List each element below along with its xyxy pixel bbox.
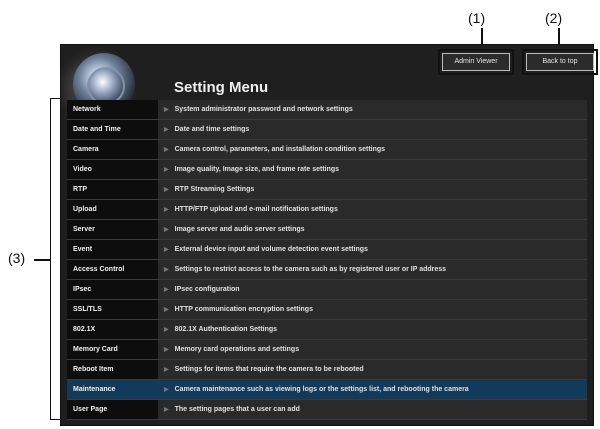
menu-item-label[interactable]: Date and Time	[67, 120, 158, 139]
arrow-right-icon: ▶	[164, 367, 169, 373]
arrow-right-icon: ▶	[164, 287, 169, 293]
callout-2: (2)	[545, 10, 563, 26]
menu-item-description-text: Camera maintenance such as viewing logs …	[174, 386, 469, 393]
menu-item-description[interactable]: ▶ System administrator password and netwo…	[158, 100, 587, 119]
camera-settings-screen: Setting Menu Admin Viewer Back to top Ne…	[60, 44, 598, 426]
arrow-right-icon: ▶	[164, 327, 169, 333]
menu-row[interactable]: Upload ▶ HTTP/FTP upload and e-mail notifi…	[67, 200, 587, 220]
menu-row[interactable]: SSL/TLS ▶ HTTP communication encryption se…	[67, 300, 587, 320]
menu-item-description[interactable]: ▶ Image server and audio server settings	[158, 220, 587, 239]
menu-item-description-text: The setting pages that a user can add	[174, 406, 300, 413]
menu-item-description-text: Memory card operations and settings	[174, 346, 300, 353]
menu-item-label[interactable]: Camera	[67, 140, 158, 159]
menu-row[interactable]: User Page ▶ The setting pages that a user …	[67, 400, 587, 420]
menu-row[interactable]: Date and Time ▶ Date and time settings	[67, 120, 587, 140]
arrow-right-icon: ▶	[164, 207, 169, 213]
menu-item-description[interactable]: ▶ Camera maintenance such as viewing logs…	[158, 380, 587, 399]
menu-item-label[interactable]: User Page	[67, 400, 158, 419]
menu-row[interactable]: Video ▶ Image quality, Image size, and fra…	[67, 160, 587, 180]
menu-item-description[interactable]: ▶ IPsec configuration	[158, 280, 587, 299]
menu-item-description[interactable]: ▶ 802.1X Authentication Settings	[158, 320, 587, 339]
arrow-right-icon: ▶	[164, 227, 169, 233]
menu-item-label[interactable]: Network	[67, 100, 158, 119]
menu-item-description-text: Camera control, parameters, and installa…	[174, 146, 386, 153]
arrow-right-icon: ▶	[164, 187, 169, 193]
menu-item-description-text: HTTP/FTP upload and e-mail notification …	[174, 206, 338, 213]
arrow-right-icon: ▶	[164, 107, 169, 113]
menu-item-label[interactable]: Video	[67, 160, 158, 179]
callout-3-line	[34, 259, 50, 261]
menu-row[interactable]: Reboot Item ▶ Settings for items that requ…	[67, 360, 587, 380]
menu-row[interactable]: Memory Card ▶ Memory card operations and s…	[67, 340, 587, 360]
menu-row[interactable]: Maintenance ▶ Camera maintenance such as v…	[67, 380, 587, 400]
menu-row[interactable]: Network ▶ System administrator password an…	[67, 100, 587, 120]
arrow-right-icon: ▶	[164, 267, 169, 273]
menu-item-label[interactable]: 802.1X	[67, 320, 158, 339]
menu-item-description-text: 802.1X Authentication Settings	[174, 326, 278, 333]
menu-item-description-text: Settings to restrict access to the camer…	[174, 266, 447, 273]
menu-row[interactable]: 802.1X ▶ 802.1X Authentication Settings	[67, 320, 587, 340]
settings-menu: Network ▶ System administrator password an…	[67, 100, 587, 420]
menu-item-description[interactable]: ▶ HTTP communication encryption settings	[158, 300, 587, 319]
arrow-right-icon: ▶	[164, 307, 169, 313]
callout-1: (1)	[468, 10, 486, 26]
menu-item-description-text: System administrator password and networ…	[174, 106, 353, 113]
menu-item-description[interactable]: ▶ Date and time settings	[158, 120, 587, 139]
menu-item-description-text: External device input and volume detecti…	[174, 246, 368, 253]
menu-item-label[interactable]: Event	[67, 240, 158, 259]
menu-item-description[interactable]: ▶ RTP Streaming Settings	[158, 180, 587, 199]
menu-item-label[interactable]: Server	[67, 220, 158, 239]
arrow-right-icon: ▶	[164, 127, 169, 133]
menu-item-description-text: HTTP communication encryption settings	[174, 306, 313, 313]
arrow-right-icon: ▶	[164, 147, 169, 153]
arrow-right-icon: ▶	[164, 347, 169, 353]
menu-item-description[interactable]: ▶ Settings to restrict access to the came…	[158, 260, 587, 279]
menu-item-label[interactable]: Reboot Item	[67, 360, 158, 379]
menu-item-label[interactable]: Access Control	[67, 260, 158, 279]
menu-row[interactable]: Server ▶ Image server and audio server set…	[67, 220, 587, 240]
menu-item-description-text: Date and time settings	[174, 126, 250, 133]
menu-row[interactable]: Access Control ▶ Settings to restrict acce…	[67, 260, 587, 280]
menu-item-description[interactable]: ▶ Image quality, Image size, and frame ra…	[158, 160, 587, 179]
menu-item-description[interactable]: ▶ Camera control, parameters, and install…	[158, 140, 587, 159]
menu-item-description-text: Image server and audio server settings	[174, 226, 305, 233]
arrow-right-icon: ▶	[164, 247, 169, 253]
arrow-right-icon: ▶	[164, 167, 169, 173]
back-to-top-button[interactable]: Back to top	[522, 49, 598, 75]
menu-item-label[interactable]: Memory Card	[67, 340, 158, 359]
callout-3: (3)	[8, 250, 26, 266]
menu-row[interactable]: IPsec ▶ IPsec configuration	[67, 280, 587, 300]
menu-item-description-text: IPsec configuration	[174, 286, 240, 293]
menu-row[interactable]: RTP ▶ RTP Streaming Settings	[67, 180, 587, 200]
menu-item-description[interactable]: ▶ Settings for items that require the cam…	[158, 360, 587, 379]
menu-row[interactable]: Camera ▶ Camera control, parameters, and i…	[67, 140, 587, 160]
admin-viewer-button[interactable]: Admin Viewer	[438, 49, 514, 75]
menu-row[interactable]: Event ▶ External device input and volume d…	[67, 240, 587, 260]
menu-item-description[interactable]: ▶ HTTP/FTP upload and e-mail notification…	[158, 200, 587, 219]
menu-item-description[interactable]: ▶ Memory card operations and settings	[158, 340, 587, 359]
menu-item-description-text: RTP Streaming Settings	[174, 186, 255, 193]
menu-item-description[interactable]: ▶ External device input and volume detect…	[158, 240, 587, 259]
menu-item-label[interactable]: RTP	[67, 180, 158, 199]
menu-item-label[interactable]: Upload	[67, 200, 158, 219]
menu-item-description-text: Settings for items that require the came…	[174, 366, 364, 373]
menu-item-label[interactable]: Maintenance	[67, 380, 158, 399]
arrow-right-icon: ▶	[164, 407, 169, 413]
page-title: Setting Menu	[174, 79, 269, 96]
menu-item-description[interactable]: ▶ The setting pages that a user can add	[158, 400, 587, 419]
menu-item-label[interactable]: SSL/TLS	[67, 300, 158, 319]
menu-item-description-text: Image quality, Image size, and frame rat…	[174, 166, 340, 173]
arrow-right-icon: ▶	[164, 387, 169, 393]
menu-item-label[interactable]: IPsec	[67, 280, 158, 299]
